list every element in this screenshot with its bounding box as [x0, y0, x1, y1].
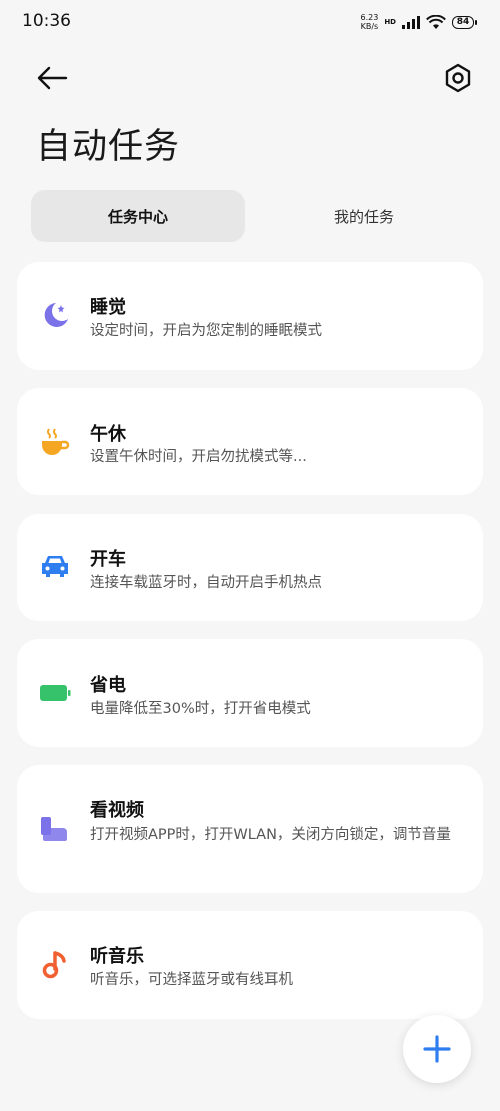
back-arrow-icon — [37, 66, 68, 90]
add-task-button[interactable] — [403, 1015, 471, 1083]
task-card-power-saving[interactable]: 省电 电量降低至30%时，打开省电模式 — [17, 639, 483, 747]
car-icon — [42, 556, 68, 577]
back-button[interactable] — [32, 60, 72, 96]
plus-icon — [423, 1035, 451, 1063]
tab-task-center[interactable]: 任务中心 — [31, 190, 245, 242]
task-title: 省电 — [90, 675, 126, 696]
task-description: 电量降低至30%时，打开省电模式 — [90, 701, 311, 717]
task-description: 连接车载蓝牙时，自动开启手机热点 — [90, 575, 322, 591]
task-card-nap[interactable]: 午休 设置午休时间，开启勿扰模式等... — [17, 388, 483, 495]
task-title: 听音乐 — [90, 946, 144, 967]
task-description: 打开视频APP时，打开WLAN，关闭方向锁定，调节音量 — [90, 827, 451, 843]
network-speed-unit: KB/s — [360, 22, 379, 31]
task-description: 设定时间，开启为您定制的睡眠模式 — [90, 323, 322, 339]
moon-icon — [44, 303, 68, 327]
tab-bar: 任务中心 我的任务 — [31, 190, 471, 242]
task-title: 睡觉 — [90, 297, 126, 318]
task-description: 设置午休时间，开启勿扰模式等... — [90, 449, 307, 465]
settings-button[interactable] — [440, 60, 476, 96]
network-speed: 6.23 KB/s — [361, 13, 379, 31]
status-time: 10:36 — [22, 11, 71, 31]
music-note-icon — [42, 951, 66, 979]
coffee-icon — [42, 428, 70, 455]
task-description: 听音乐，可选择蓝牙或有线耳机 — [90, 972, 293, 988]
wifi-icon — [426, 14, 446, 29]
status-indicators: 6.23 KB/s HD 84 — [361, 13, 477, 31]
task-title: 午休 — [90, 424, 126, 445]
page-title: 自动任务 — [36, 127, 181, 167]
hd-label: HD — [384, 18, 396, 26]
task-title: 开车 — [90, 549, 126, 570]
signal-icon — [402, 15, 420, 29]
task-card-listen-music[interactable]: 听音乐 听音乐，可选择蓝牙或有线耳机 — [17, 911, 483, 1019]
settings-hexagon-icon — [445, 63, 471, 93]
tab-my-tasks[interactable]: 我的任务 — [257, 190, 471, 242]
video-icon — [41, 817, 67, 841]
task-card-watch-video[interactable]: 看视频 打开视频APP时，打开WLAN，关闭方向锁定，调节音量 — [17, 765, 483, 893]
task-title: 看视频 — [90, 800, 144, 821]
battery-icon — [40, 685, 71, 701]
network-speed-value: 6.23 — [360, 13, 379, 22]
task-card-driving[interactable]: 开车 连接车载蓝牙时，自动开启手机热点 — [17, 514, 483, 621]
battery-indicator: 84 — [452, 15, 477, 29]
task-card-sleep[interactable]: 睡觉 设定时间，开启为您定制的睡眠模式 — [17, 262, 483, 370]
status-bar: 10:36 6.23 KB/s HD 84 — [0, 0, 500, 44]
